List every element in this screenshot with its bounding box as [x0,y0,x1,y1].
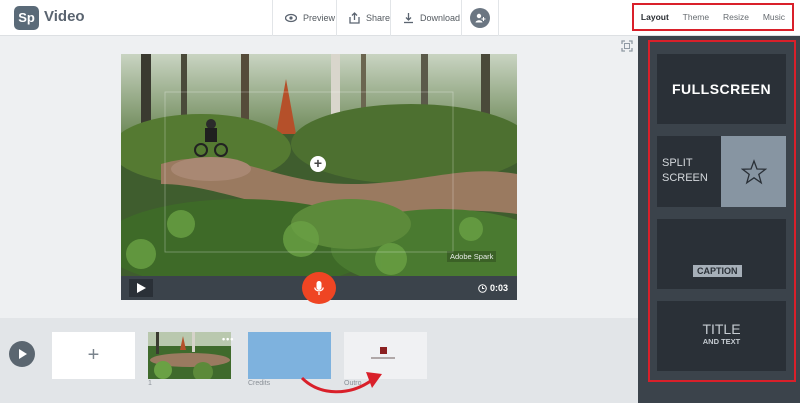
tab-theme[interactable]: Theme [683,12,709,22]
split-line-2: SCREEN [662,172,708,184]
right-tabs: Layout Theme Resize Music [632,3,794,31]
time-display: 0:03 [478,283,508,293]
collaborator-button[interactable] [461,0,499,36]
eye-icon [285,13,297,23]
add-media-icon[interactable]: + [310,156,326,172]
tab-resize[interactable]: Resize [723,12,749,22]
slide-menu[interactable]: ••• [222,334,234,344]
annotation-arrow [300,372,382,394]
split-media [721,136,786,207]
app-name: Video [44,8,85,25]
time-value: 0:03 [490,283,509,293]
caption-label: CAPTION [693,265,742,277]
watermark: Adobe Spark [447,251,497,262]
layout-caption[interactable]: CAPTION [657,219,786,289]
user-add-icon [470,8,490,28]
preview-label: Preview [303,13,336,23]
title-sub-label: AND TEXT [702,337,741,346]
credits-label: Credits [248,380,271,387]
top-bar: Sp Video Preview Share Download Layout T… [0,0,800,36]
download-button[interactable]: Download [390,0,472,36]
slide-number: 1 [148,380,152,387]
share-label: Share [366,13,391,23]
title-label: TITLE [702,321,741,337]
play-icon [18,349,27,359]
slide-image [148,332,231,379]
spark-logo: Sp [14,6,39,30]
play-icon [136,283,146,293]
mic-icon [314,280,324,295]
add-slide-button[interactable]: + [52,332,135,379]
layout-split-screen[interactable]: SPLIT SCREEN [657,136,786,207]
outro-text-line [371,357,395,359]
layout-fullscreen-label: FULLSCREEN [671,81,772,97]
download-icon [404,13,413,24]
plus-icon: + [87,344,100,366]
star-icon [740,158,767,184]
fit-screen-icon[interactable] [621,40,633,52]
split-text: SPLIT SCREEN [657,136,721,207]
outro-logo-mark [380,347,387,354]
timeline-play-button[interactable] [9,341,35,367]
split-line-1: SPLIT [662,157,693,169]
share-icon [349,12,360,24]
tab-music[interactable]: Music [763,12,785,22]
play-button[interactable] [129,279,153,297]
tab-layout[interactable]: Layout [641,12,669,22]
record-button[interactable] [302,272,336,304]
layout-title-text[interactable]: TITLE AND TEXT [657,301,786,371]
slide-thumbnail[interactable] [148,332,231,379]
download-label: Download [420,13,461,23]
layout-fullscreen[interactable]: FULLSCREEN [657,54,786,124]
clock-icon [478,283,487,293]
